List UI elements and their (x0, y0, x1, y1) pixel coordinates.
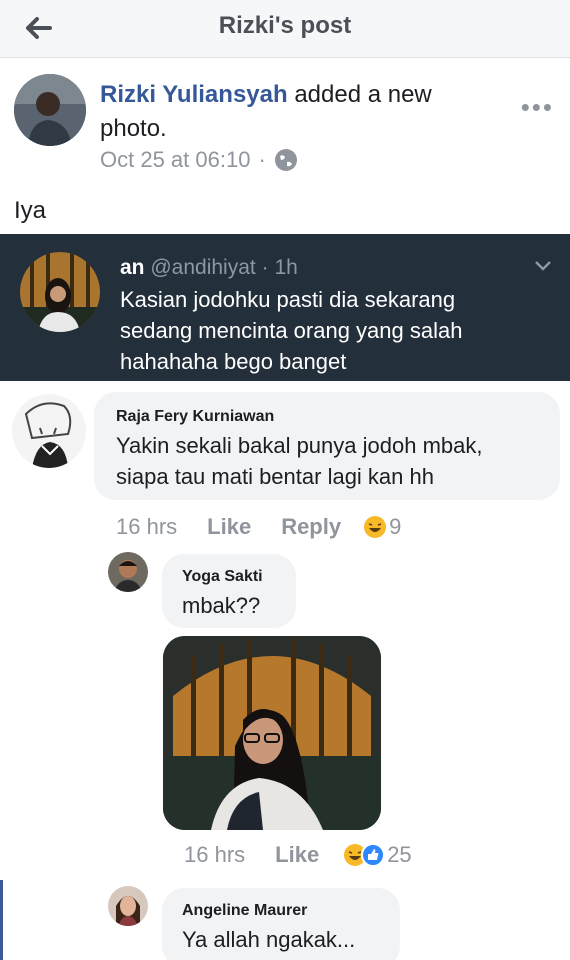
comment-text: Yakin sekali bakal punya jodoh mbak, sia… (116, 430, 556, 492)
post-meta: Oct 25 at 06:10 · (100, 147, 298, 173)
comment-actions: 16 hrs Like Reply 9 (116, 514, 401, 540)
tweet-dot: · (261, 256, 269, 279)
tweet-text: Kasian jodohku pasti dia sekarang sedang… (120, 284, 520, 377)
tweet-line: hahahaha bego banget (120, 349, 347, 374)
tweet-line: Kasian jodohku pasti dia sekarang (120, 287, 456, 312)
reaction-count: 9 (389, 514, 402, 539)
post-timestamp[interactable]: Oct 25 at 06:10 (100, 147, 250, 173)
commenter-name[interactable]: Raja Fery Kurniawan (116, 408, 274, 426)
author-name-link[interactable]: Rizki Yuliansyah (100, 81, 288, 108)
meta-separator-icon: · (258, 147, 266, 172)
comment-line: Yakin sekali bakal punya jodoh mbak, (116, 433, 483, 458)
tweet-name: an (120, 256, 145, 279)
comment-line: siapa tau mati bentar lagi kan hh (116, 464, 434, 489)
tweet-line: sedang mencinta orang yang salah (120, 318, 463, 343)
comment-actions: 16 hrs Like 25 (184, 842, 412, 868)
haha-emoji-icon (364, 516, 387, 538)
comment-text: Ya allah ngakak... (182, 927, 356, 952)
commenter-avatar[interactable] (108, 886, 148, 926)
tweet-avatar (20, 252, 100, 332)
reaction-summary[interactable]: 9 (363, 514, 401, 540)
tweet-age: 1h (274, 256, 298, 279)
chevron-down-icon (535, 261, 551, 271)
reaction-summary[interactable]: 25 (343, 842, 412, 868)
post-headline: Rizki Yuliansyah added a new photo. (100, 78, 480, 146)
commenter-name[interactable]: Yoga Sakti (182, 568, 263, 586)
comment-text: mbak?? (182, 593, 261, 618)
post-caption: Iya (14, 197, 47, 224)
like-reaction-icon (361, 843, 386, 867)
author-avatar[interactable] (14, 74, 86, 146)
commenter-avatar[interactable] (108, 552, 148, 592)
commenter-avatar[interactable] (12, 394, 86, 468)
reply-button[interactable]: Reply (281, 514, 341, 540)
top-bar: Rizki's post (0, 0, 570, 58)
comment-photo[interactable] (163, 636, 381, 830)
tweet-header: an @andihiyat · 1h (120, 256, 298, 280)
tweet-handle: @andihiyat (150, 256, 256, 279)
reaction-count: 25 (387, 842, 412, 867)
shared-tweet-image[interactable]: an @andihiyat · 1h Kasian jodohku pasti … (0, 234, 570, 381)
scroll-indicator (0, 880, 3, 960)
commenter-name[interactable]: Angeline Maurer (182, 902, 307, 920)
like-button[interactable]: Like (207, 514, 251, 540)
more-options-icon[interactable]: ••• (521, 92, 554, 123)
page-title: Rizki's post (218, 12, 352, 39)
comment-time[interactable]: 16 hrs (184, 842, 245, 868)
public-globe-icon (274, 149, 297, 171)
like-button[interactable]: Like (275, 842, 319, 868)
comment-time[interactable]: 16 hrs (116, 514, 177, 540)
